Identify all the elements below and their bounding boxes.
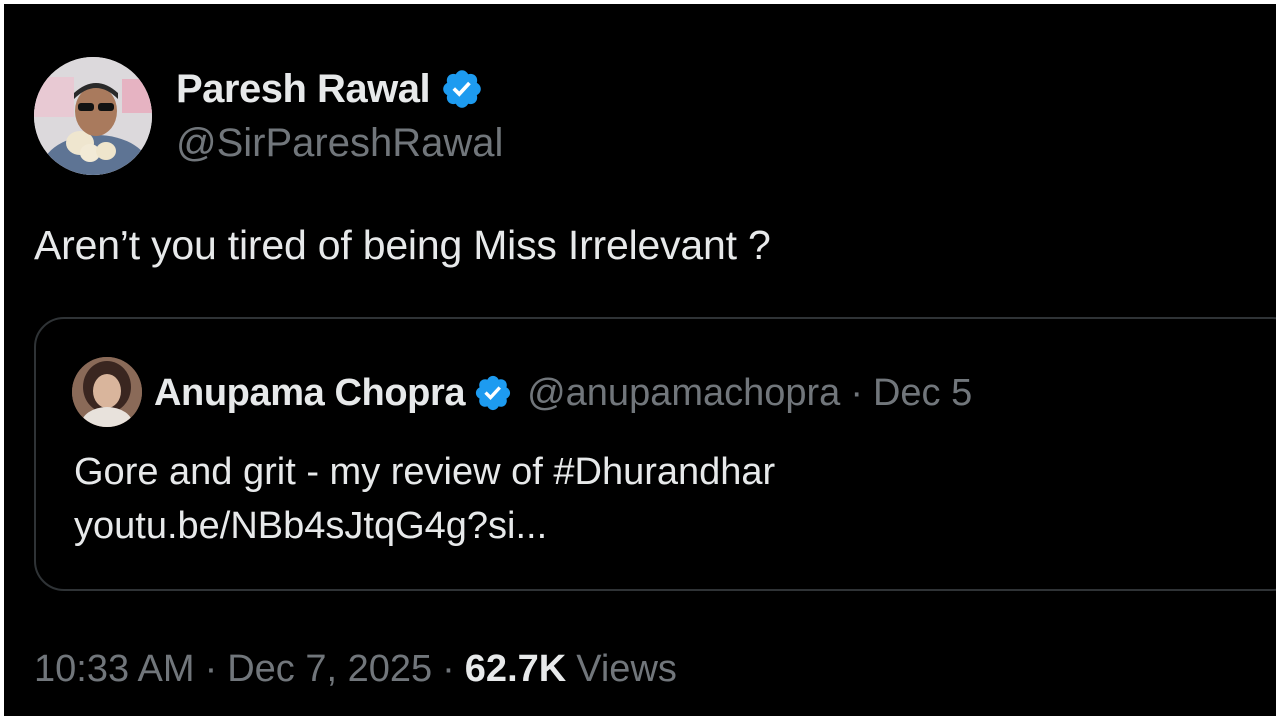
quoted-tweet-date[interactable]: Dec 5 — [873, 372, 972, 415]
views-count[interactable]: 62.7K — [465, 648, 566, 691]
quoted-author-avatar-image — [72, 357, 142, 427]
author-handle[interactable]: @SirPareshRawal — [176, 121, 503, 166]
quoted-author-display-name[interactable]: Anupama Chopra — [154, 372, 465, 415]
tweet-text: Aren’t you tired of being Miss Irrelevan… — [34, 222, 771, 268]
quoted-separator: · — [850, 371, 863, 414]
author-avatar[interactable] — [34, 57, 152, 175]
tweet-meta: 10:33 AM · Dec 7, 2025 · 62.7K Views — [34, 644, 677, 694]
quoted-tweet-link[interactable]: youtu.be/NBb4sJtqG4g?si... — [74, 499, 775, 553]
meta-separator: · — [442, 647, 455, 690]
tweet-time[interactable]: 10:33 AM — [34, 648, 195, 691]
quoted-author-avatar[interactable] — [72, 357, 142, 427]
meta-separator: · — [204, 647, 218, 690]
author-display-name[interactable]: Paresh Rawal — [176, 67, 431, 112]
verified-badge-icon — [440, 67, 484, 111]
quoted-tweet-text: Gore and grit - my review of #Dhurandhar… — [74, 445, 775, 553]
quoted-tweet-text-line1: Gore and grit - my review of #Dhurandhar — [74, 451, 776, 493]
author-name-row[interactable]: Paresh Rawal — [176, 65, 484, 113]
views-label: Views — [576, 647, 677, 690]
quoted-author-handle[interactable]: @anupamachopra — [527, 372, 840, 415]
quoted-tweet-header: Anupama Chopra @anupamachopra · Dec 5 — [154, 367, 972, 419]
author-avatar-image — [34, 57, 152, 175]
verified-badge-icon — [473, 373, 513, 413]
quoted-tweet[interactable]: Anupama Chopra @anupamachopra · Dec 5 Go… — [34, 317, 1276, 591]
tweet-date[interactable]: Dec 7, 2025 — [227, 648, 432, 691]
tweet-card: Paresh Rawal @SirPareshRawal Aren’t you … — [4, 4, 1276, 716]
